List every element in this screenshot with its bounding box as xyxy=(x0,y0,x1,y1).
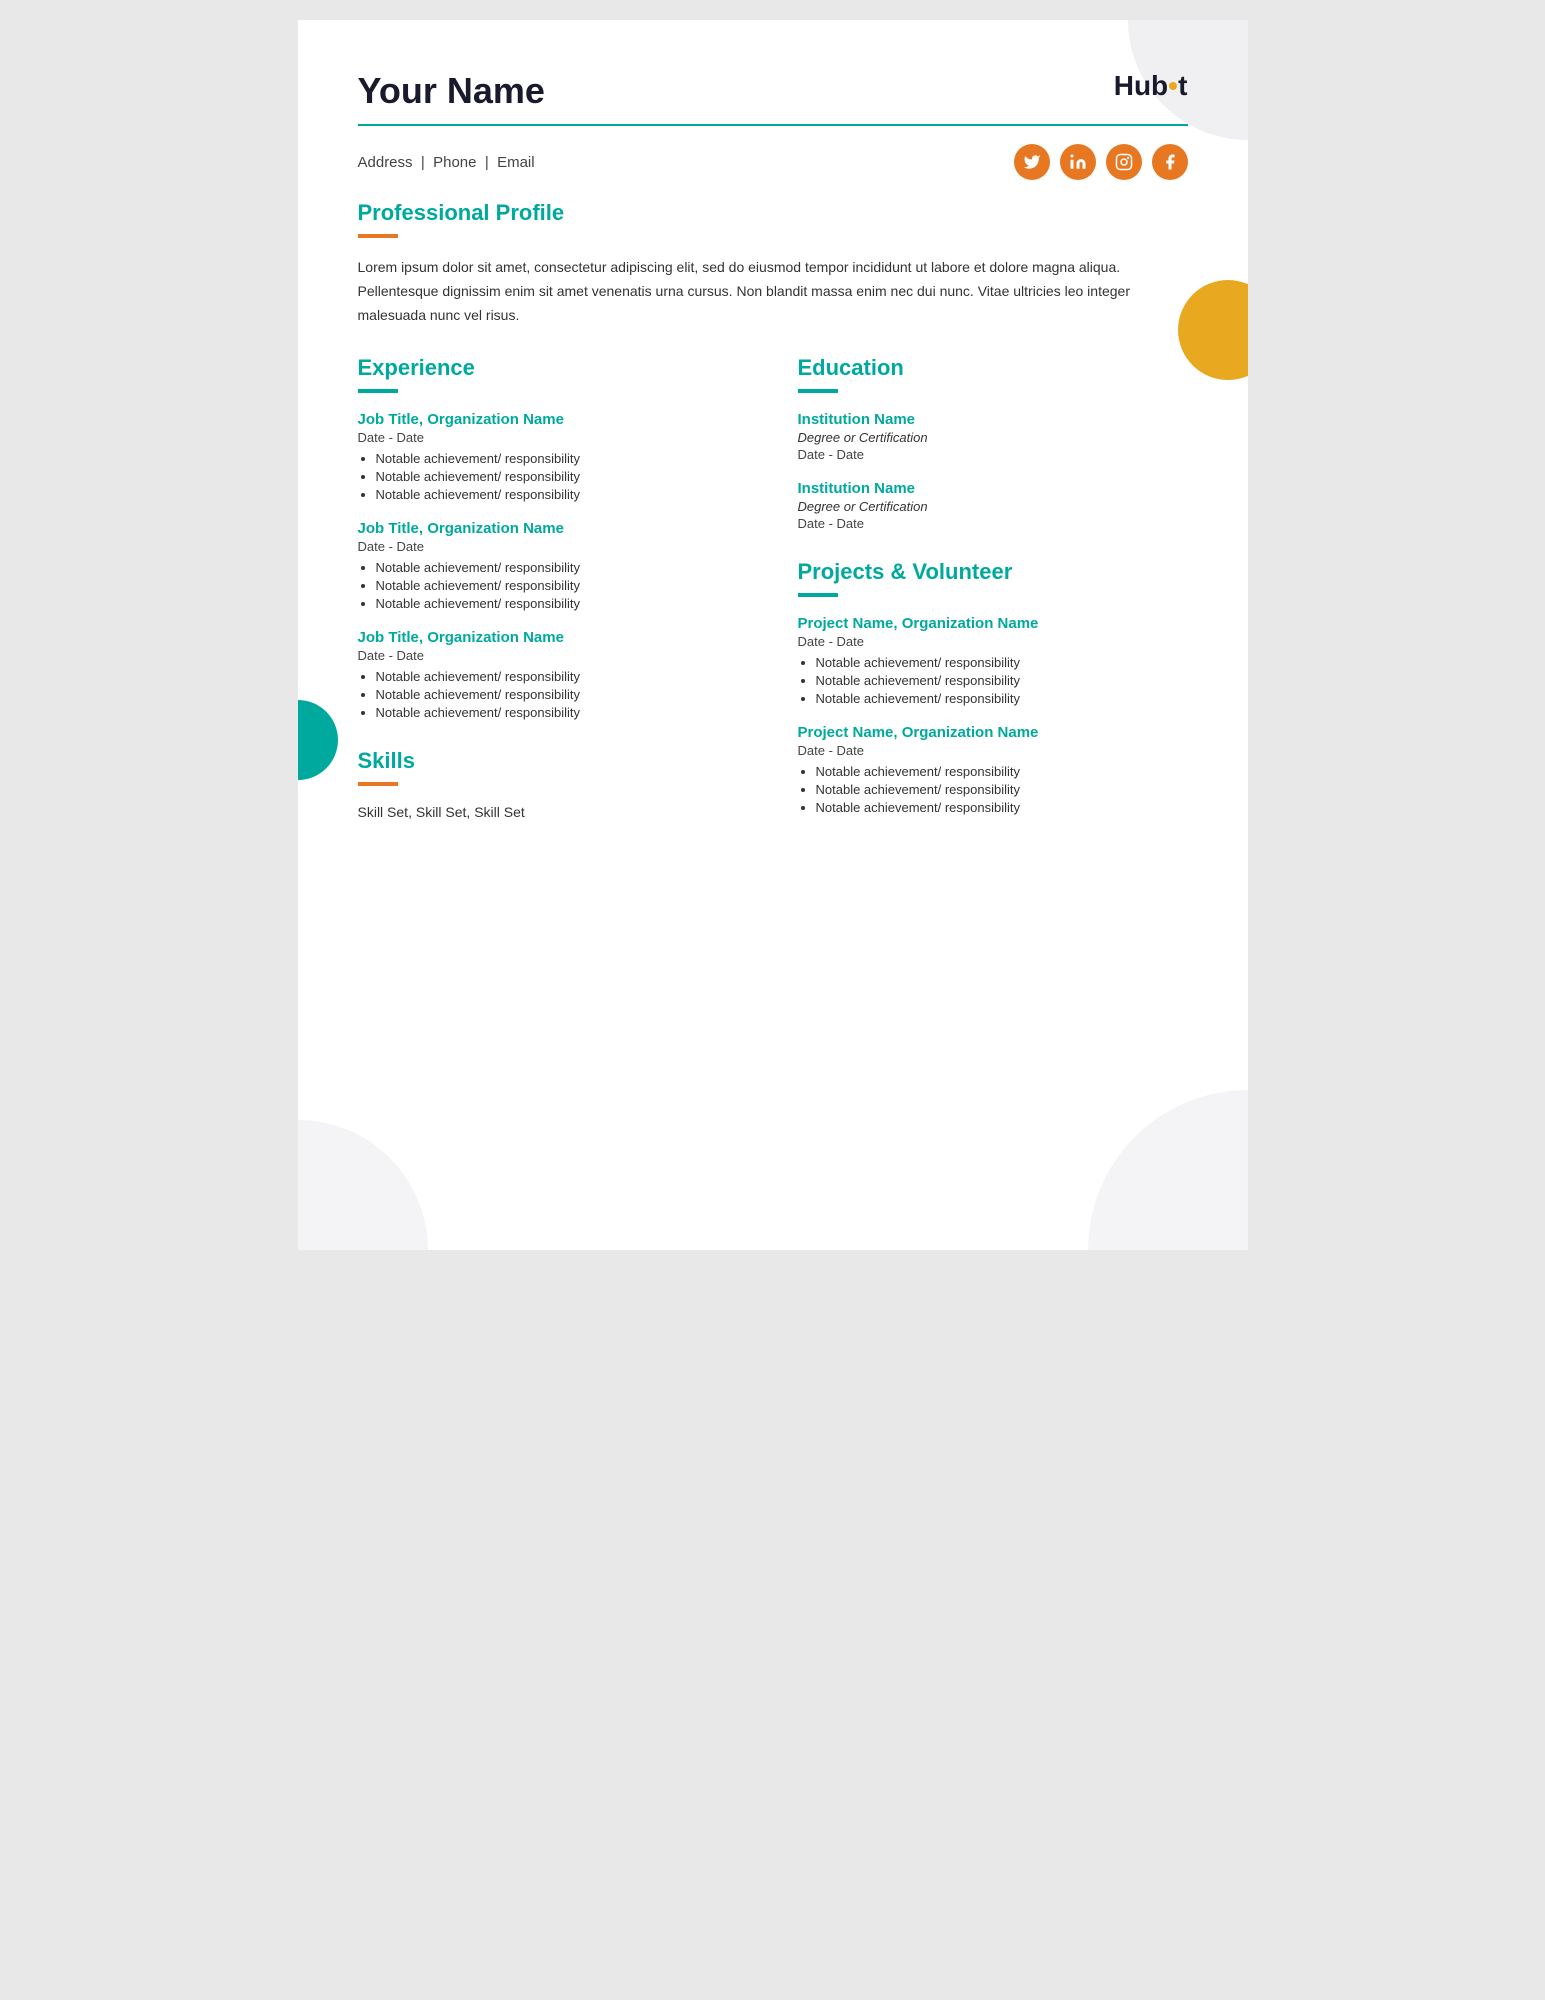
job-date-1: Date - Date xyxy=(358,430,748,445)
education-item-1: Institution Name Degree or Certification… xyxy=(798,411,1188,462)
header-divider xyxy=(358,124,1188,126)
contact-info: Address | Phone | Email xyxy=(358,154,535,171)
achievement: Notable achievement/ responsibility xyxy=(376,487,748,502)
degree-2: Degree or Certification xyxy=(798,499,1188,514)
achievement: Notable achievement/ responsibility xyxy=(816,673,1188,688)
header: Your Name Hubt xyxy=(358,70,1188,112)
profile-underline xyxy=(358,234,398,238)
address: Address xyxy=(358,154,413,171)
email: Email xyxy=(497,154,535,171)
skills-section: Skills Skill Set, Skill Set, Skill Set xyxy=(358,748,748,820)
facebook-icon[interactable] xyxy=(1152,144,1188,180)
experience-item-3: Job Title, Organization Name Date - Date… xyxy=(358,629,748,720)
achievement: Notable achievement/ responsibility xyxy=(376,669,748,684)
achievement: Notable achievement/ responsibility xyxy=(376,687,748,702)
job-date-2: Date - Date xyxy=(358,539,748,554)
phone: Phone xyxy=(433,154,476,171)
job-achievements-3: Notable achievement/ responsibility Nota… xyxy=(358,669,748,720)
deco-yellow-circle xyxy=(1178,280,1248,380)
linkedin-icon[interactable] xyxy=(1060,144,1096,180)
edu-date-2: Date - Date xyxy=(798,516,1188,531)
job-title-1: Job Title, Organization Name xyxy=(358,411,748,428)
project-item-1: Project Name, Organization Name Date - D… xyxy=(798,615,1188,706)
achievement: Notable achievement/ responsibility xyxy=(816,782,1188,797)
achievement: Notable achievement/ responsibility xyxy=(376,560,748,575)
project-title-2: Project Name, Organization Name xyxy=(798,724,1188,741)
experience-item-1: Job Title, Organization Name Date - Date… xyxy=(358,411,748,502)
project-item-2: Project Name, Organization Name Date - D… xyxy=(798,724,1188,815)
resume-page: Your Name Hubt Address | Phone | Email xyxy=(298,20,1248,1250)
achievement: Notable achievement/ responsibility xyxy=(376,469,748,484)
job-achievements-2: Notable achievement/ responsibility Nota… xyxy=(358,560,748,611)
profile-section: Professional Profile Lorem ipsum dolor s… xyxy=(358,200,1188,327)
project-title-1: Project Name, Organization Name xyxy=(798,615,1188,632)
experience-underline xyxy=(358,389,398,393)
right-column: Education Institution Name Degree or Cer… xyxy=(798,355,1188,833)
achievement: Notable achievement/ responsibility xyxy=(376,705,748,720)
education-title: Education xyxy=(798,355,1188,381)
hubspot-dot xyxy=(1169,82,1177,90)
achievement: Notable achievement/ responsibility xyxy=(816,655,1188,670)
candidate-name: Your Name xyxy=(358,70,545,112)
projects-title: Projects & Volunteer xyxy=(798,559,1188,585)
achievement: Notable achievement/ responsibility xyxy=(376,596,748,611)
project-achievements-2: Notable achievement/ responsibility Nota… xyxy=(798,764,1188,815)
left-column: Experience Job Title, Organization Name … xyxy=(358,355,748,833)
institution-2: Institution Name xyxy=(798,480,1188,497)
skills-text: Skill Set, Skill Set, Skill Set xyxy=(358,804,748,820)
edu-date-1: Date - Date xyxy=(798,447,1188,462)
job-title-2: Job Title, Organization Name xyxy=(358,520,748,537)
project-date-2: Date - Date xyxy=(798,743,1188,758)
twitter-icon[interactable] xyxy=(1014,144,1050,180)
education-item-2: Institution Name Degree or Certification… xyxy=(798,480,1188,531)
experience-item-2: Job Title, Organization Name Date - Date… xyxy=(358,520,748,611)
achievement: Notable achievement/ responsibility xyxy=(376,451,748,466)
project-date-1: Date - Date xyxy=(798,634,1188,649)
deco-bottom-left xyxy=(298,1120,428,1250)
achievement: Notable achievement/ responsibility xyxy=(816,800,1188,815)
job-achievements-1: Notable achievement/ responsibility Nota… xyxy=(358,451,748,502)
projects-underline xyxy=(798,593,838,597)
achievement: Notable achievement/ responsibility xyxy=(376,578,748,593)
social-icons xyxy=(1014,144,1188,180)
contact-social-row: Address | Phone | Email xyxy=(358,144,1188,180)
achievement: Notable achievement/ responsibility xyxy=(816,691,1188,706)
instagram-icon[interactable] xyxy=(1106,144,1142,180)
hubspot-logo: Hubt xyxy=(1114,70,1188,102)
education-underline xyxy=(798,389,838,393)
project-achievements-1: Notable achievement/ responsibility Nota… xyxy=(798,655,1188,706)
two-column-layout: Experience Job Title, Organization Name … xyxy=(358,355,1188,833)
achievement: Notable achievement/ responsibility xyxy=(816,764,1188,779)
job-date-3: Date - Date xyxy=(358,648,748,663)
profile-text: Lorem ipsum dolor sit amet, consectetur … xyxy=(358,256,1188,327)
skills-underline xyxy=(358,782,398,786)
job-title-3: Job Title, Organization Name xyxy=(358,629,748,646)
skills-title: Skills xyxy=(358,748,748,774)
profile-title: Professional Profile xyxy=(358,200,1188,226)
degree-1: Degree or Certification xyxy=(798,430,1188,445)
deco-teal-shape xyxy=(298,700,338,780)
institution-1: Institution Name xyxy=(798,411,1188,428)
deco-bottom-right xyxy=(1088,1090,1248,1250)
experience-title: Experience xyxy=(358,355,748,381)
projects-section: Projects & Volunteer Project Name, Organ… xyxy=(798,559,1188,815)
